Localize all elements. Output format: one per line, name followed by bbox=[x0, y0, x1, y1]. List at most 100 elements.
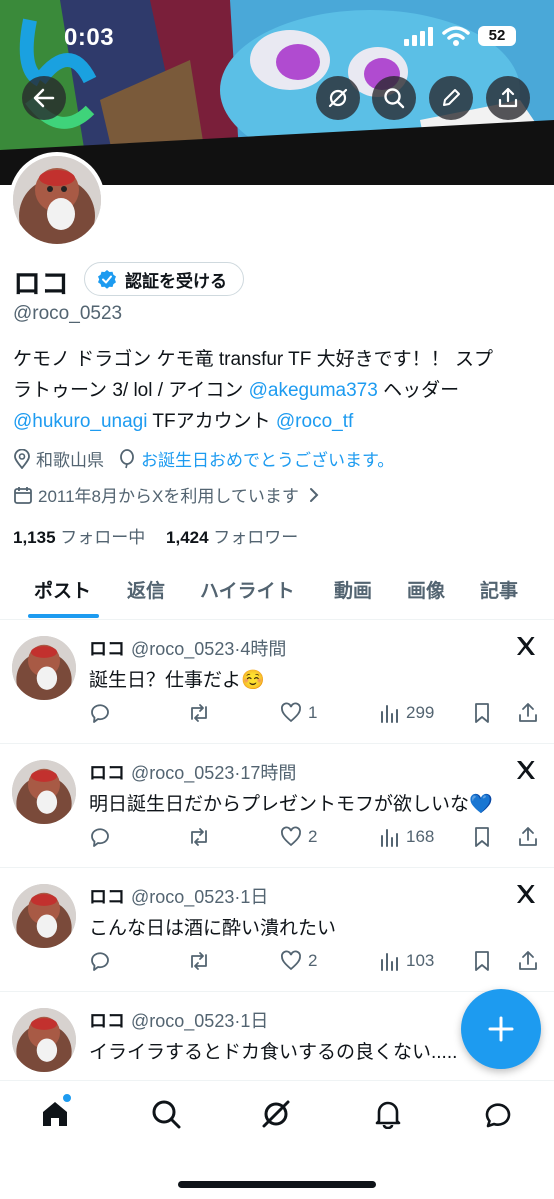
like-count: 1 bbox=[308, 703, 318, 722]
reply-icon bbox=[91, 704, 109, 723]
post-item[interactable]: ロコ @roco_0523·4時間 誕生日？仕事だよ☺️ 1 299 bbox=[0, 620, 554, 744]
grok-icon bbox=[328, 88, 348, 108]
post-avatar[interactable] bbox=[12, 1008, 76, 1072]
analytics-icon bbox=[381, 953, 398, 971]
calendar-icon bbox=[14, 486, 32, 504]
repost-button[interactable] bbox=[187, 702, 211, 724]
status-time: 0:03 bbox=[64, 24, 115, 51]
share-button[interactable] bbox=[486, 76, 530, 120]
views-button[interactable]: 103 bbox=[378, 950, 434, 972]
back-button[interactable] bbox=[22, 76, 66, 120]
tab-replies[interactable]: 返信 bbox=[127, 576, 165, 603]
plus-icon bbox=[488, 1016, 514, 1042]
search-icon[interactable] bbox=[151, 1099, 181, 1129]
bottom-navigation bbox=[0, 1080, 554, 1199]
post-author-name[interactable]: ロコ bbox=[89, 763, 125, 783]
repost-button[interactable] bbox=[187, 826, 211, 848]
post-author-handle[interactable]: @roco_0523 bbox=[131, 639, 234, 659]
wifi-icon bbox=[442, 26, 470, 46]
profile-joined[interactable]: 2011年8月からXを利用しています bbox=[13, 482, 326, 507]
bio-text: ヘッダー bbox=[377, 380, 460, 401]
profile-avatar[interactable] bbox=[9, 152, 105, 248]
post-author-name[interactable]: ロコ bbox=[89, 639, 125, 659]
post-avatar[interactable] bbox=[12, 884, 76, 948]
post-header: ロコ @roco_0523·17時間 bbox=[89, 763, 297, 783]
reply-button[interactable] bbox=[89, 826, 111, 848]
tab-articles[interactable]: 記事 bbox=[480, 576, 518, 603]
compose-post-button[interactable] bbox=[461, 989, 541, 1069]
like-button[interactable]: 1 bbox=[280, 702, 317, 724]
following-link[interactable]: 1,135 フォロー中 bbox=[13, 528, 145, 547]
bio-link-hukuro[interactable]: @hukuro_unagi bbox=[13, 411, 147, 432]
profile-tabs: ポスト 返信 ハイライト 動画 画像 記事 bbox=[0, 566, 554, 620]
post-time[interactable]: 1日 bbox=[240, 887, 268, 907]
profile-handle: @roco_0523 bbox=[13, 303, 123, 324]
profile-meta: 和歌山県 お誕生日おめでとうございます。 bbox=[13, 446, 394, 471]
post-author-handle[interactable]: @roco_0523 bbox=[131, 1011, 234, 1031]
post-avatar[interactable] bbox=[12, 760, 76, 824]
get-verified-button[interactable]: 認証を受ける bbox=[84, 262, 244, 296]
search-button[interactable] bbox=[372, 76, 416, 120]
post-author-handle[interactable]: @roco_0523 bbox=[131, 763, 234, 783]
post-item[interactable]: ロコ @roco_0523·17時間 明日誕生日だからプレゼントモフが欲しいな💙 … bbox=[0, 744, 554, 868]
tab-posts[interactable]: ポスト bbox=[34, 576, 91, 603]
home-indicator-bar bbox=[178, 1181, 376, 1188]
repost-button[interactable] bbox=[187, 950, 211, 972]
like-button[interactable]: 2 bbox=[280, 826, 317, 848]
bio-line-2: ラトゥーン 3/ lol / アイコン @akeguma373 ヘッダー bbox=[13, 375, 543, 406]
like-count: 2 bbox=[308, 951, 318, 970]
reply-button[interactable] bbox=[89, 950, 111, 972]
profile-location: 和歌山県 bbox=[36, 451, 104, 470]
bio-link-akeguma[interactable]: @akeguma373 bbox=[249, 380, 378, 401]
edit-button[interactable] bbox=[429, 76, 473, 120]
bookmark-button[interactable] bbox=[472, 702, 492, 724]
reply-button[interactable] bbox=[89, 702, 111, 724]
post-author-name[interactable]: ロコ bbox=[89, 1011, 125, 1031]
profile-birthday[interactable]: お誕生日おめでとうございます。 bbox=[141, 446, 394, 471]
views-button[interactable]: 299 bbox=[378, 702, 434, 724]
bookmark-icon bbox=[475, 951, 489, 971]
post-item[interactable]: ロコ @roco_0523·1日 こんな日は酒に酔い潰れたい 2 103 bbox=[0, 868, 554, 992]
grok-icon[interactable] bbox=[261, 1099, 291, 1129]
share-post-button[interactable] bbox=[517, 950, 539, 972]
views-button[interactable]: 168 bbox=[378, 826, 434, 848]
bookmark-button[interactable] bbox=[472, 950, 492, 972]
view-count: 168 bbox=[406, 827, 435, 846]
followers-count: 1,424 bbox=[166, 528, 209, 547]
post-author-handle[interactable]: @roco_0523 bbox=[131, 887, 234, 907]
back-arrow-icon bbox=[33, 88, 55, 108]
x-logo-icon bbox=[517, 761, 535, 779]
post-time[interactable]: 4時間 bbox=[240, 639, 286, 659]
tab-media[interactable]: 画像 bbox=[407, 576, 445, 603]
post-actions: 2 103 bbox=[0, 950, 554, 980]
analytics-icon bbox=[381, 705, 398, 723]
bookmark-button[interactable] bbox=[472, 826, 492, 848]
post-time[interactable]: 17時間 bbox=[240, 763, 296, 783]
following-label: フォロー中 bbox=[60, 528, 146, 547]
post-actions: 2 168 bbox=[0, 826, 554, 856]
post-avatar[interactable] bbox=[12, 636, 76, 700]
post-text: 明日誕生日だからプレゼントモフが欲しいな💙 bbox=[89, 794, 493, 815]
notifications-bell-icon[interactable] bbox=[373, 1099, 403, 1129]
bio-link-roco-tf[interactable]: @roco_tf bbox=[276, 411, 353, 432]
share-icon bbox=[519, 827, 537, 846]
balloon-icon bbox=[120, 448, 134, 468]
reply-icon bbox=[91, 828, 109, 847]
profile-bio: ケモノ ドラゴン ケモ竜 transfur TF 大好きです！！ スプ ラトゥー… bbox=[13, 344, 543, 437]
messages-icon[interactable] bbox=[483, 1099, 513, 1129]
post-author-name[interactable]: ロコ bbox=[89, 887, 125, 907]
like-button[interactable]: 2 bbox=[280, 950, 317, 972]
post-header: ロコ @roco_0523·1日 bbox=[89, 887, 269, 907]
share-post-button[interactable] bbox=[517, 702, 539, 724]
grok-button[interactable] bbox=[316, 76, 360, 120]
share-post-button[interactable] bbox=[517, 826, 539, 848]
share-icon bbox=[498, 87, 518, 108]
post-time[interactable]: 1日 bbox=[240, 1011, 268, 1031]
home-icon[interactable] bbox=[40, 1099, 70, 1129]
post-header: ロコ @roco_0523·4時間 bbox=[89, 639, 287, 659]
tab-videos[interactable]: 動画 bbox=[334, 576, 372, 603]
followers-link[interactable]: 1,424 フォロワー bbox=[166, 528, 298, 547]
tab-highlights[interactable]: ハイライト bbox=[200, 576, 295, 603]
get-verified-label: 認証を受ける bbox=[125, 271, 227, 291]
heart-icon bbox=[281, 950, 301, 971]
